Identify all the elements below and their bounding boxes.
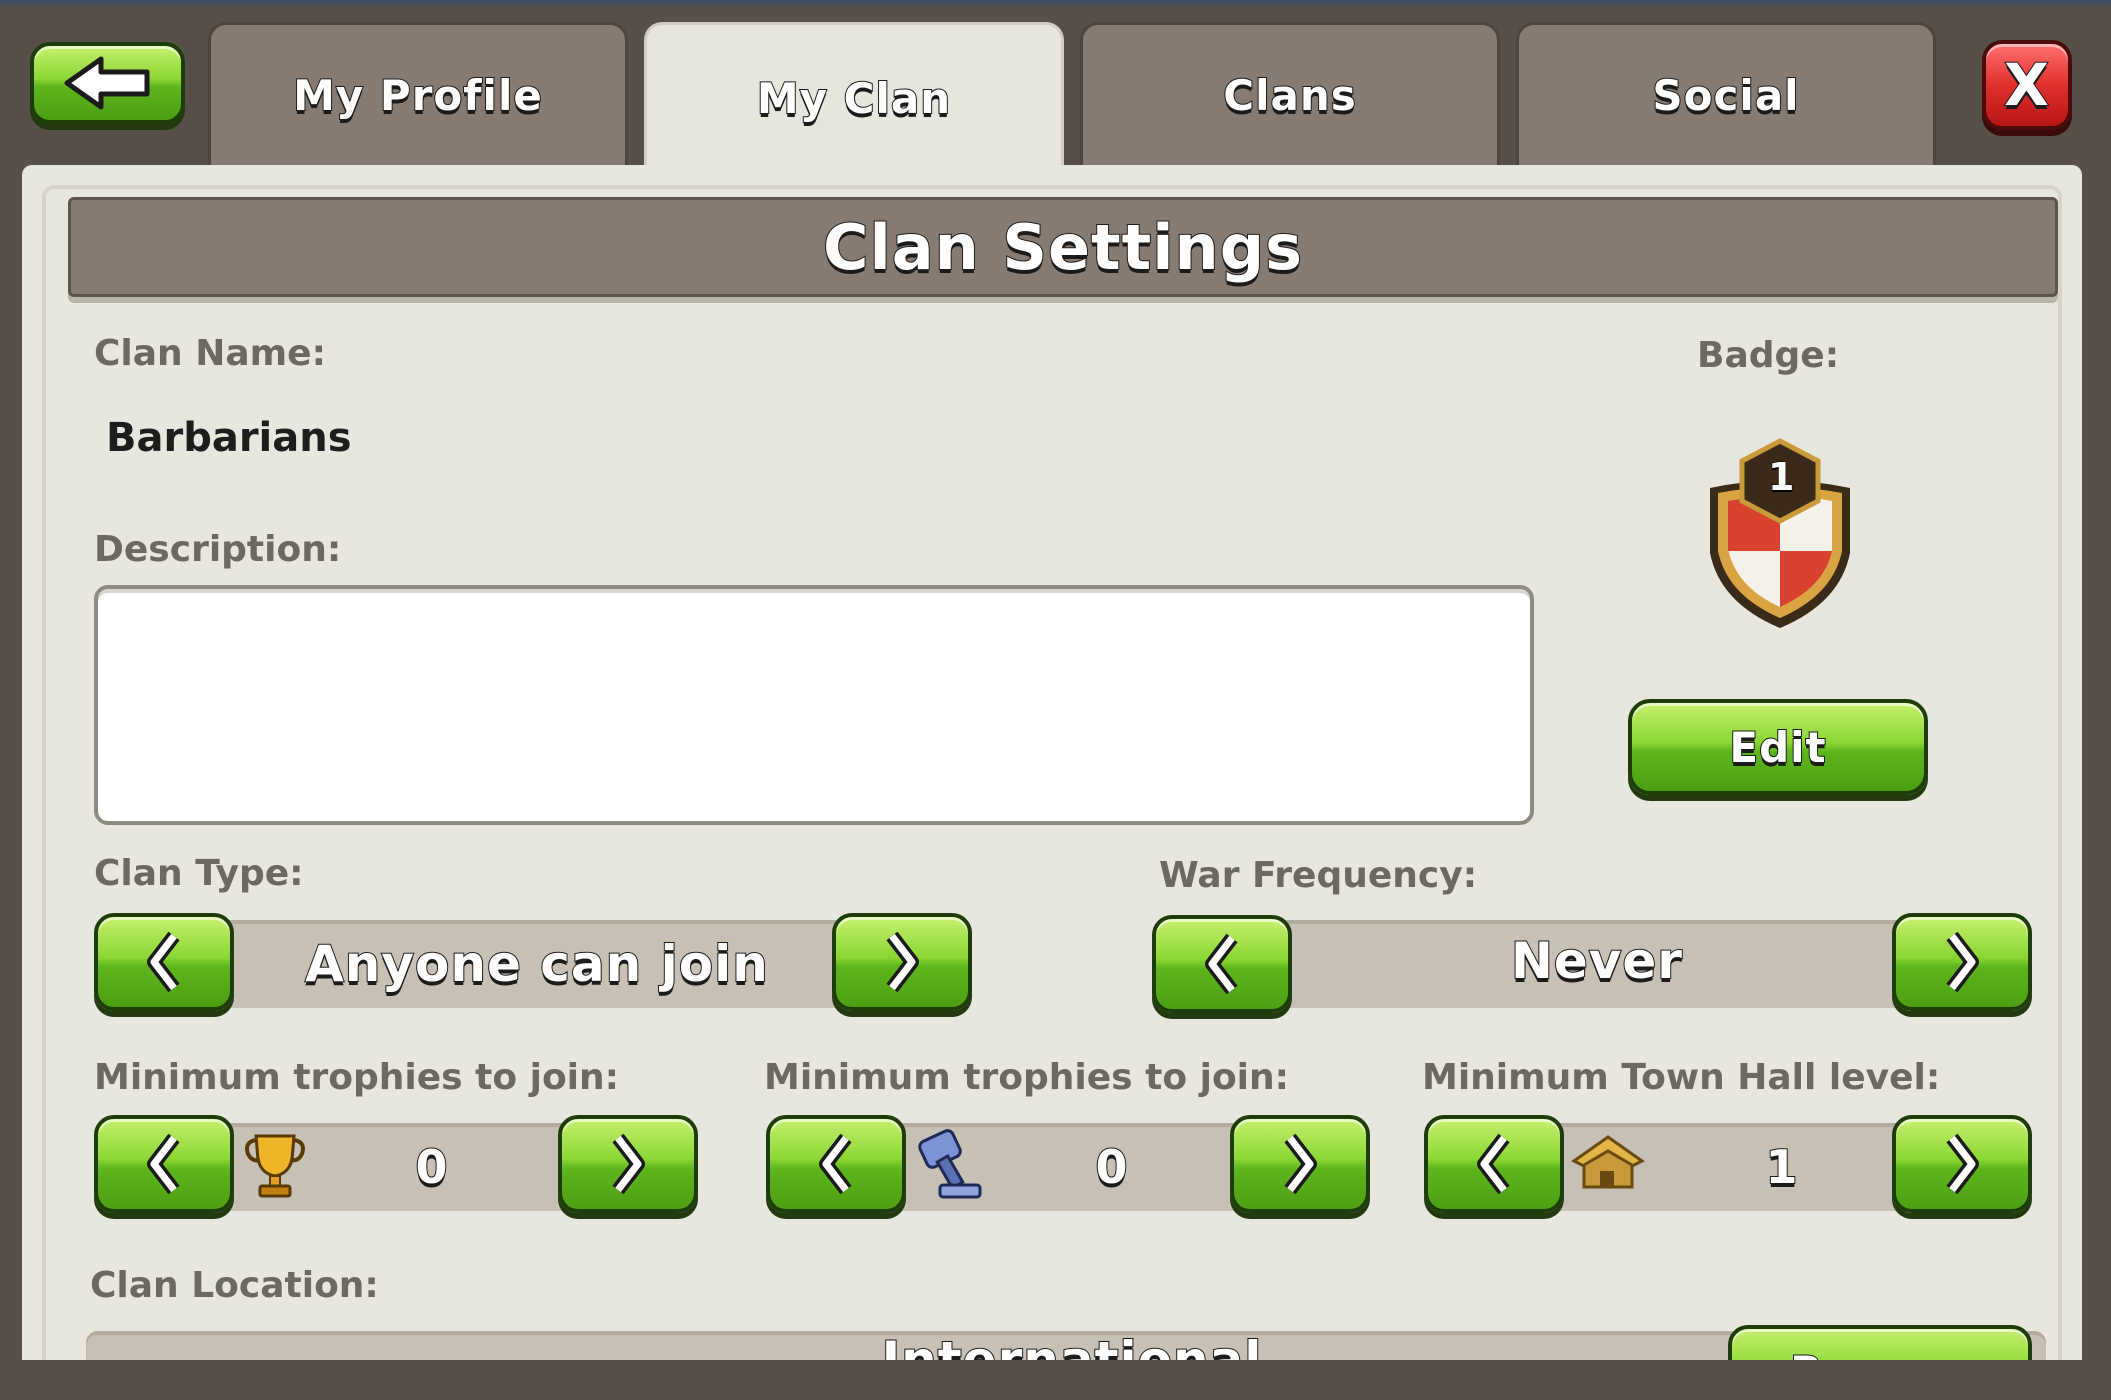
clan-name-value[interactable]: Barbarians	[106, 415, 352, 461]
war-frequency-prev-button[interactable]	[1152, 915, 1292, 1013]
chevron-left-icon	[147, 1134, 180, 1194]
tab-label: Social	[1651, 70, 1800, 121]
chevron-left-icon	[1477, 1134, 1510, 1194]
tab-label: My Clan	[756, 73, 952, 124]
min-builder-trophies-value: 0	[1094, 1139, 1129, 1195]
clan-type-value: Anyone can join	[304, 934, 769, 994]
war-frequency-value-box: Never	[1292, 917, 1902, 1005]
edit-badge-button[interactable]: Edit	[1628, 699, 1928, 795]
chevron-right-icon	[612, 1134, 645, 1194]
tab-label: Clans	[1222, 70, 1357, 121]
window-top-edge	[0, 0, 2111, 8]
min-builder-trophies-prev-button[interactable]	[766, 1115, 906, 1213]
clan-name-label: Clan Name:	[94, 333, 326, 374]
back-arrow-icon	[64, 56, 149, 110]
town-hall-icon	[1570, 1131, 1646, 1199]
panel-title: Clan Settings	[822, 210, 1303, 285]
clan-badge-icon[interactable]: 1	[1690, 433, 1870, 633]
min-town-hall-label: Minimum Town Hall level:	[1422, 1057, 1941, 1098]
clan-type-prev-button[interactable]	[94, 913, 234, 1011]
trophy-icon	[242, 1130, 308, 1204]
war-frequency-next-button[interactable]	[1892, 913, 2032, 1011]
min-trophies-value-box: 0	[312, 1123, 552, 1211]
close-icon: X	[2003, 50, 2050, 120]
description-label: Description:	[94, 529, 342, 570]
window-bottom-edge	[0, 1360, 2111, 1400]
back-button[interactable]	[30, 42, 185, 124]
chevron-right-icon	[1284, 1134, 1317, 1194]
war-frequency-value: Never	[1510, 931, 1683, 991]
clan-settings-panel: Clan Settings Clan Name: Barbarians Badg…	[22, 165, 2082, 1375]
min-trophies-label: Minimum trophies to join:	[94, 1057, 620, 1098]
tab-my-clan[interactable]: My Clan	[644, 22, 1064, 172]
min-trophies-value: 0	[414, 1139, 449, 1195]
min-builder-trophies-next-button[interactable]	[1230, 1115, 1370, 1213]
clan-type-next-button[interactable]	[832, 913, 972, 1011]
badge-level: 1	[1767, 455, 1796, 500]
min-trophies-prev-button[interactable]	[94, 1115, 234, 1213]
chevron-right-icon	[1946, 932, 1979, 992]
tab-label: My Profile	[292, 70, 543, 121]
clan-location-label: Clan Location:	[90, 1265, 379, 1306]
chevron-left-icon	[1205, 934, 1238, 994]
min-town-hall-next-button[interactable]	[1892, 1115, 2032, 1213]
description-field[interactable]	[94, 585, 1534, 825]
panel-title-bar: Clan Settings	[68, 197, 2058, 297]
min-town-hall-value: 1	[1764, 1139, 1799, 1195]
min-town-hall-value-box: 1	[1662, 1123, 1902, 1211]
min-builder-trophies-value-box: 0	[992, 1123, 1232, 1211]
chevron-left-icon	[147, 932, 180, 992]
clan-type-value-box: Anyone can join	[232, 920, 842, 1008]
chevron-right-icon	[1946, 1134, 1979, 1194]
min-builder-trophies-label: Minimum trophies to join:	[764, 1057, 1290, 1098]
builder-trophy-icon	[912, 1127, 984, 1207]
close-button[interactable]: X	[1982, 40, 2072, 130]
clan-type-label: Clan Type:	[94, 853, 304, 894]
chevron-right-icon	[886, 932, 919, 992]
chevron-left-icon	[819, 1134, 852, 1194]
min-town-hall-prev-button[interactable]	[1424, 1115, 1564, 1213]
min-trophies-next-button[interactable]	[558, 1115, 698, 1213]
tab-social[interactable]: Social	[1516, 22, 1936, 165]
tab-clans[interactable]: Clans	[1080, 22, 1500, 165]
tab-my-profile[interactable]: My Profile	[208, 22, 628, 165]
badge-label: Badge:	[1697, 335, 1840, 376]
edit-label: Edit	[1728, 722, 1827, 773]
war-frequency-label: War Frequency:	[1159, 855, 1478, 896]
